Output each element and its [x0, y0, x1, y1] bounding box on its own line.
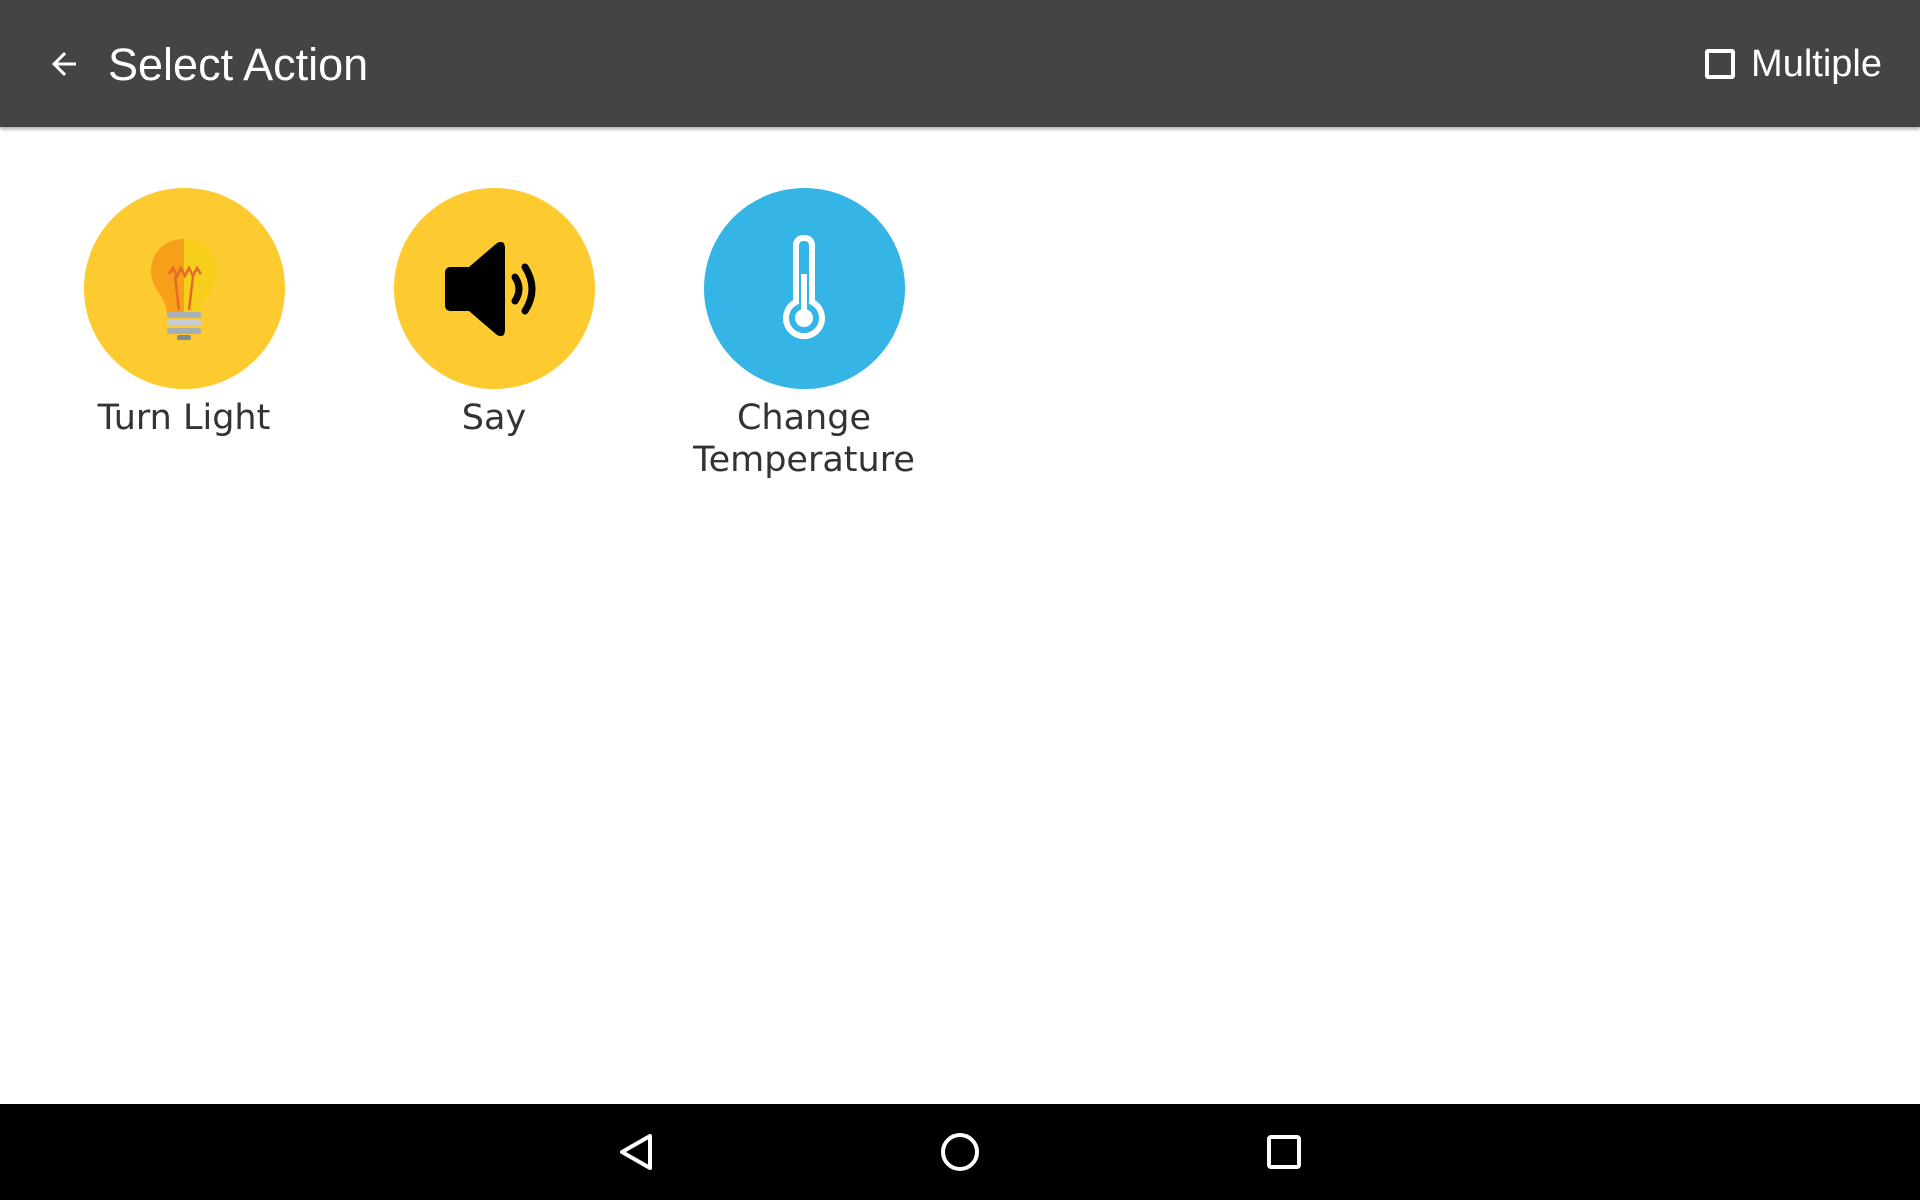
action-turn-light[interactable]: Turn Light	[64, 188, 304, 439]
nav-home-button[interactable]	[920, 1122, 1000, 1182]
nav-back-button[interactable]	[596, 1122, 676, 1182]
system-navigation-bar	[0, 1104, 1920, 1200]
multiple-toggle[interactable]: Multiple	[1705, 36, 1882, 92]
action-label: Say	[461, 398, 527, 438]
nav-back-icon	[620, 1134, 652, 1170]
action-change-temperature[interactable]: Change Temperature	[684, 188, 924, 481]
action-say[interactable]: Say	[374, 188, 614, 439]
arrow-back-icon	[52, 52, 76, 76]
multiple-checkbox[interactable]	[1705, 49, 1736, 79]
speaker-icon	[445, 241, 536, 336]
action-label: Change Temperature	[693, 398, 915, 480]
nav-recents-icon	[1267, 1135, 1301, 1169]
action-icon-circle	[703, 188, 905, 389]
light-bulb-icon	[151, 238, 217, 340]
nav-recents-button[interactable]	[1244, 1122, 1324, 1182]
action-grid: Turn Light Say Change Temperature	[0, 127, 1920, 1104]
back-button[interactable]	[38, 34, 90, 94]
page-title: Select Action	[108, 39, 369, 90]
multiple-label: Multiple	[1751, 42, 1882, 85]
action-icon-circle	[393, 188, 595, 389]
app-toolbar: Select Action Multiple	[0, 0, 1920, 127]
thermometer-icon	[783, 234, 825, 339]
action-label: Turn Light	[97, 398, 271, 438]
action-icon-circle	[83, 188, 285, 389]
nav-home-icon	[941, 1133, 979, 1171]
